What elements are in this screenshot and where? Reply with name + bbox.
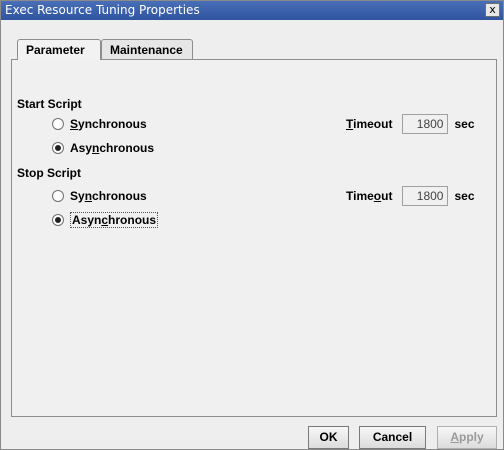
- close-button[interactable]: x: [485, 3, 500, 17]
- ok-button[interactable]: OK: [308, 426, 349, 449]
- start-timeout-input[interactable]: 1800: [402, 114, 449, 134]
- stop-synchronous-label: Synchronous: [70, 189, 147, 203]
- start-script-label: Start Script: [17, 97, 82, 111]
- stop-asynchronous-label: Asynchronous: [70, 212, 159, 228]
- start-synchronous-label: Synchronous: [70, 117, 147, 131]
- tab-maintenance-label: Maintenance: [110, 43, 183, 57]
- parameter-panel: Start Script Synchronous Asynchronous Ti…: [11, 59, 497, 417]
- apply-button[interactable]: Apply: [437, 426, 497, 449]
- stop-script-label: Stop Script: [17, 166, 82, 180]
- stop-synchronous-radio[interactable]: Synchronous: [52, 189, 147, 203]
- close-icon: x: [489, 3, 496, 16]
- start-synchronous-radio-indicator[interactable]: [52, 118, 64, 130]
- tab-maintenance[interactable]: Maintenance: [101, 39, 193, 60]
- cancel-button[interactable]: Cancel: [359, 426, 426, 449]
- stop-asynchronous-radio-indicator[interactable]: [52, 214, 64, 226]
- start-timeout-row: Timeout 1800 sec: [346, 114, 475, 134]
- start-asynchronous-radio-indicator[interactable]: [52, 142, 64, 154]
- properties-dialog: Exec Resource Tuning Properties x Parame…: [0, 0, 504, 450]
- stop-timeout-input[interactable]: 1800: [402, 186, 449, 206]
- stop-synchronous-radio-indicator[interactable]: [52, 190, 64, 202]
- start-asynchronous-radio[interactable]: Asynchronous: [52, 141, 154, 155]
- tab-parameter-label: Parameter: [26, 43, 85, 57]
- title-bar[interactable]: Exec Resource Tuning Properties x: [1, 1, 503, 20]
- window-title: Exec Resource Tuning Properties: [5, 3, 200, 17]
- stop-timeout-row: Timeout 1800 sec: [346, 186, 475, 206]
- start-timeout-label: Timeout: [346, 117, 393, 131]
- start-asynchronous-label: Asynchronous: [70, 141, 155, 155]
- start-synchronous-radio[interactable]: Synchronous: [52, 117, 147, 131]
- start-timeout-unit: sec: [454, 117, 475, 131]
- stop-timeout-label: Timeout: [346, 189, 393, 203]
- stop-asynchronous-radio[interactable]: Asynchronous: [52, 212, 159, 228]
- tab-parameter[interactable]: Parameter: [17, 39, 101, 60]
- stop-timeout-unit: sec: [454, 189, 475, 203]
